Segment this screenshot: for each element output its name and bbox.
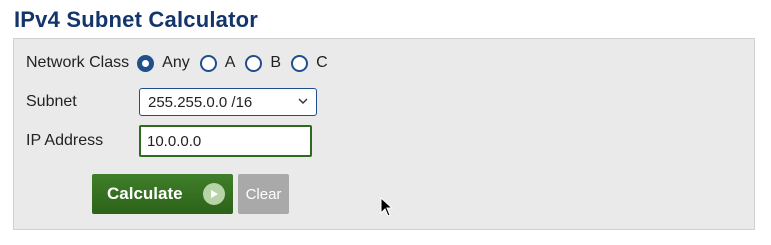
clear-button[interactable]: Clear — [238, 174, 289, 214]
ip-address-input[interactable] — [139, 125, 312, 157]
subnet-row: Subnet 255.255.0.0 /16 — [26, 88, 317, 116]
subnet-select[interactable]: 255.255.0.0 /16 — [139, 88, 317, 116]
calculate-button-label: Calculate — [107, 184, 183, 203]
radio-option-b[interactable]: B — [245, 54, 281, 72]
radio-any[interactable] — [137, 54, 155, 72]
radio-option-any[interactable]: Any — [137, 54, 190, 72]
mouse-cursor-icon — [380, 197, 394, 217]
subnet-label: Subnet — [26, 93, 77, 110]
subnet-calculator-page: IPv4 Subnet Calculator Network Class Any… — [0, 0, 771, 245]
ip-address-label: IP Address — [26, 132, 104, 149]
radio-a[interactable] — [199, 54, 217, 72]
network-class-radio-group: Any A B C — [137, 54, 337, 72]
radio-b[interactable] — [245, 54, 263, 72]
subnet-select-value: 255.255.0.0 /16 — [148, 93, 253, 111]
radio-option-c[interactable]: C — [291, 54, 328, 72]
chevron-down-icon — [298, 98, 308, 104]
page-title: IPv4 Subnet Calculator — [14, 7, 259, 32]
network-class-row: Network Class Any A B C — [26, 51, 338, 75]
ip-address-row: IP Address — [26, 125, 312, 157]
radio-label-a: A — [224, 54, 236, 71]
play-circle-icon — [203, 183, 225, 205]
calculator-form-panel: Network Class Any A B C Subnet 255.255.0… — [13, 38, 755, 230]
radio-c[interactable] — [291, 54, 309, 72]
network-class-label: Network Class — [26, 54, 130, 71]
radio-label-b: B — [270, 54, 282, 71]
radio-label-any: Any — [162, 54, 190, 71]
calculate-button[interactable]: Calculate — [92, 174, 233, 214]
radio-option-a[interactable]: A — [199, 54, 236, 72]
radio-label-c: C — [316, 54, 328, 71]
